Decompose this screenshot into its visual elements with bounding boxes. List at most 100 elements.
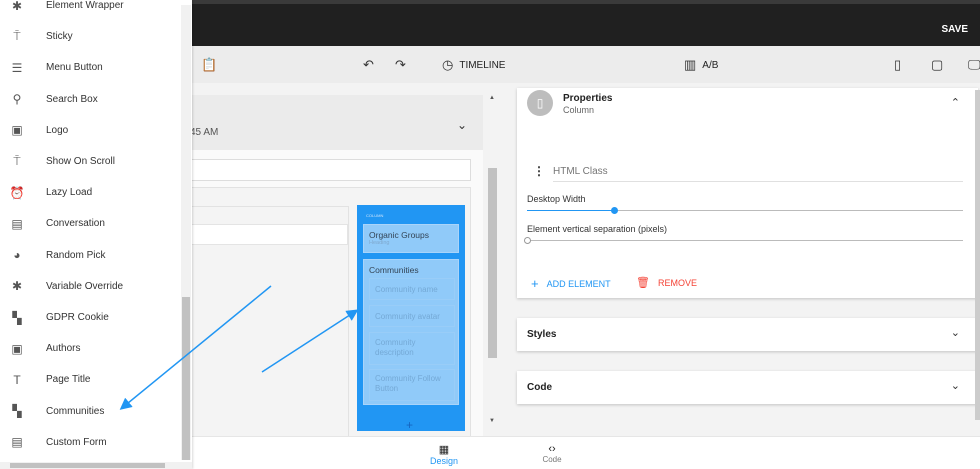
vertical-sep-label: Element vertical separation (pixels): [527, 224, 668, 234]
sidebar-item-label: Variable Override: [46, 280, 124, 292]
sidebar-item-custom-form[interactable]: ▤ Custom Form: [0, 427, 180, 458]
sidebar-item-label: Search Box: [46, 93, 98, 105]
sidebar-item-show-on-scroll[interactable]: ⍑ Show On Scroll: [0, 146, 180, 177]
redo-icon: ↷: [395, 57, 406, 72]
trash-icon: 🗑: [636, 277, 650, 289]
pin-top-icon: ⍑: [13, 154, 21, 168]
sidebar-item-gdpr-cookie[interactable]: ▚ GDPR Cookie: [0, 302, 180, 333]
desktop-view-button[interactable]: 🖵: [968, 57, 980, 73]
design-label: Design: [429, 456, 458, 466]
sidebar-item-random-pick[interactable]: ◕ Random Pick: [0, 240, 180, 271]
sidebar-item-logo[interactable]: ▣ Logo: [0, 115, 180, 146]
pin-top-icon: ⍑: [13, 29, 21, 44]
chevron-down-icon[interactable]: ⌄: [951, 326, 960, 339]
chevron-down-icon[interactable]: ⌄: [951, 379, 960, 392]
slider-thumb[interactable]: [611, 207, 619, 214]
sidebar-item-sticky[interactable]: ⍑ Sticky: [0, 21, 180, 52]
sidebar-item-variable-override[interactable]: ✱ Variable Override: [0, 271, 180, 302]
mobile-view-button[interactable]: ▯: [894, 57, 901, 73]
remove-label: REMOVE: [657, 277, 697, 288]
sidebar-item-label: GDPR Cookie: [46, 312, 109, 323]
code-title: Code: [527, 382, 552, 393]
desktop-width-slider[interactable]: [527, 207, 963, 214]
widgets-icon: ▚: [12, 404, 22, 419]
slider-fill: [527, 210, 615, 211]
save-button[interactable]: SAVE: [942, 24, 969, 35]
tab-design[interactable]: ▦ Design: [425, 443, 463, 466]
remove-button[interactable]: 🗑 REMOVE: [636, 276, 697, 289]
community-item[interactable]: Community avatar: [369, 305, 455, 327]
alarm-icon: ⏰: [9, 185, 25, 200]
tablet-view-button[interactable]: ▢: [931, 57, 943, 73]
sidebar-item-label: Element Wrapper: [46, 0, 124, 11]
text-icon: T: [13, 372, 21, 387]
slider-thumb[interactable]: [524, 237, 531, 244]
clipboard-button[interactable]: 📋: [201, 57, 217, 73]
plus-icon: +: [531, 276, 539, 291]
community-item[interactable]: Community name: [369, 278, 455, 300]
pie-icon: ◕: [13, 248, 21, 263]
canvas-time: 45 AM: [190, 127, 219, 138]
document-icon: ▤: [11, 435, 23, 450]
widgets-icon: ▚: [12, 310, 22, 325]
history-icon: ◷: [442, 57, 454, 72]
chat-icon: ▤: [11, 216, 23, 231]
tab-code[interactable]: ‹› Code: [537, 443, 567, 464]
timeline-button[interactable]: ◷ TIMELINE: [442, 57, 505, 73]
sidebar-item-element-wrapper[interactable]: ✱ Element Wrapper: [0, 0, 180, 21]
sidebar-item-search-box[interactable]: ⚲ Search Box: [0, 84, 180, 115]
community-item[interactable]: Community description: [369, 332, 455, 365]
properties-title: Properties: [563, 93, 613, 104]
elements-sidebar: ✱ Element Wrapper ⍑ Sticky ☰ Menu Button ⚲ Sear…: [0, 0, 192, 469]
clipboard-icon: 📋: [201, 57, 218, 72]
communities-card[interactable]: Communities Community name Community ava…: [363, 259, 459, 405]
vertical-sep-slider[interactable]: [524, 237, 963, 244]
sidebar-item-label: Authors: [46, 343, 81, 355]
ab-test-icon: ▥: [684, 57, 697, 72]
heading-card[interactable]: Organic Groups Heading: [363, 224, 459, 253]
styles-section[interactable]: Styles ⌄: [517, 318, 978, 351]
chevron-down-icon[interactable]: ⌄: [457, 118, 467, 132]
add-icon[interactable]: +: [406, 418, 413, 432]
undo-button[interactable]: ↶: [363, 57, 374, 73]
communities-title: Communities: [369, 265, 419, 275]
chevron-up-icon[interactable]: ⌃: [951, 96, 960, 109]
canvas-element[interactable]: [190, 224, 348, 245]
sidebar-scroll-thumb[interactable]: [182, 297, 190, 460]
puzzle-icon: ✱: [11, 0, 23, 13]
html-class-input[interactable]: [553, 162, 963, 182]
properties-scrollbar[interactable]: [975, 90, 980, 420]
ab-button[interactable]: ▥ A/B: [684, 57, 718, 73]
add-element-button[interactable]: + ADD ELEMENT: [531, 276, 611, 291]
canvas-scroll-thumb[interactable]: [488, 168, 497, 358]
column-label: COLUMN: [366, 213, 384, 218]
sidebar-item-label: Lazy Load: [46, 187, 93, 199]
code-section[interactable]: Code ⌄: [517, 371, 978, 404]
badge-icon: ▣: [11, 341, 23, 356]
sidebar-item-label: Page Title: [46, 374, 91, 386]
sidebar-item-label: Random Pick: [46, 249, 106, 261]
puzzle-icon: ✱: [11, 279, 23, 294]
sidebar-item-label: Show On Scroll: [46, 156, 115, 167]
canvas-row[interactable]: [190, 159, 471, 181]
scroll-up-icon[interactable]: ▲: [489, 95, 495, 101]
redo-button[interactable]: ↷: [395, 57, 406, 73]
sidebar-item-authors[interactable]: ▣ Authors: [0, 333, 180, 364]
sidebar-item-label: Communities: [46, 405, 105, 417]
sidebar-item-label: Conversation: [46, 218, 105, 230]
sidebar-item-label: Custom Form: [46, 436, 107, 448]
sidebar-item-communities[interactable]: ▚ Communities: [0, 396, 180, 427]
sidebar-item-conversation[interactable]: ▤ Conversation: [0, 208, 180, 239]
community-item[interactable]: Community Follow Button: [369, 369, 455, 401]
code-label: Code: [542, 455, 562, 464]
sidebar-item-label: Sticky: [46, 31, 73, 43]
scroll-down-icon[interactable]: ▼: [489, 418, 495, 424]
search-icon: ⚲: [12, 92, 22, 107]
sidebar-horizontal-thumb[interactable]: [10, 463, 165, 468]
sidebar-item-menu-button[interactable]: ☰ Menu Button: [0, 52, 180, 83]
tablet-icon: ▢: [931, 57, 944, 72]
code-icon: ‹›: [548, 443, 556, 455]
sidebar-item-page-title[interactable]: T Page Title: [0, 364, 180, 395]
more-vert-icon[interactable]: ⋮: [533, 164, 545, 178]
sidebar-item-lazy-load[interactable]: ⏰ Lazy Load: [0, 177, 180, 208]
